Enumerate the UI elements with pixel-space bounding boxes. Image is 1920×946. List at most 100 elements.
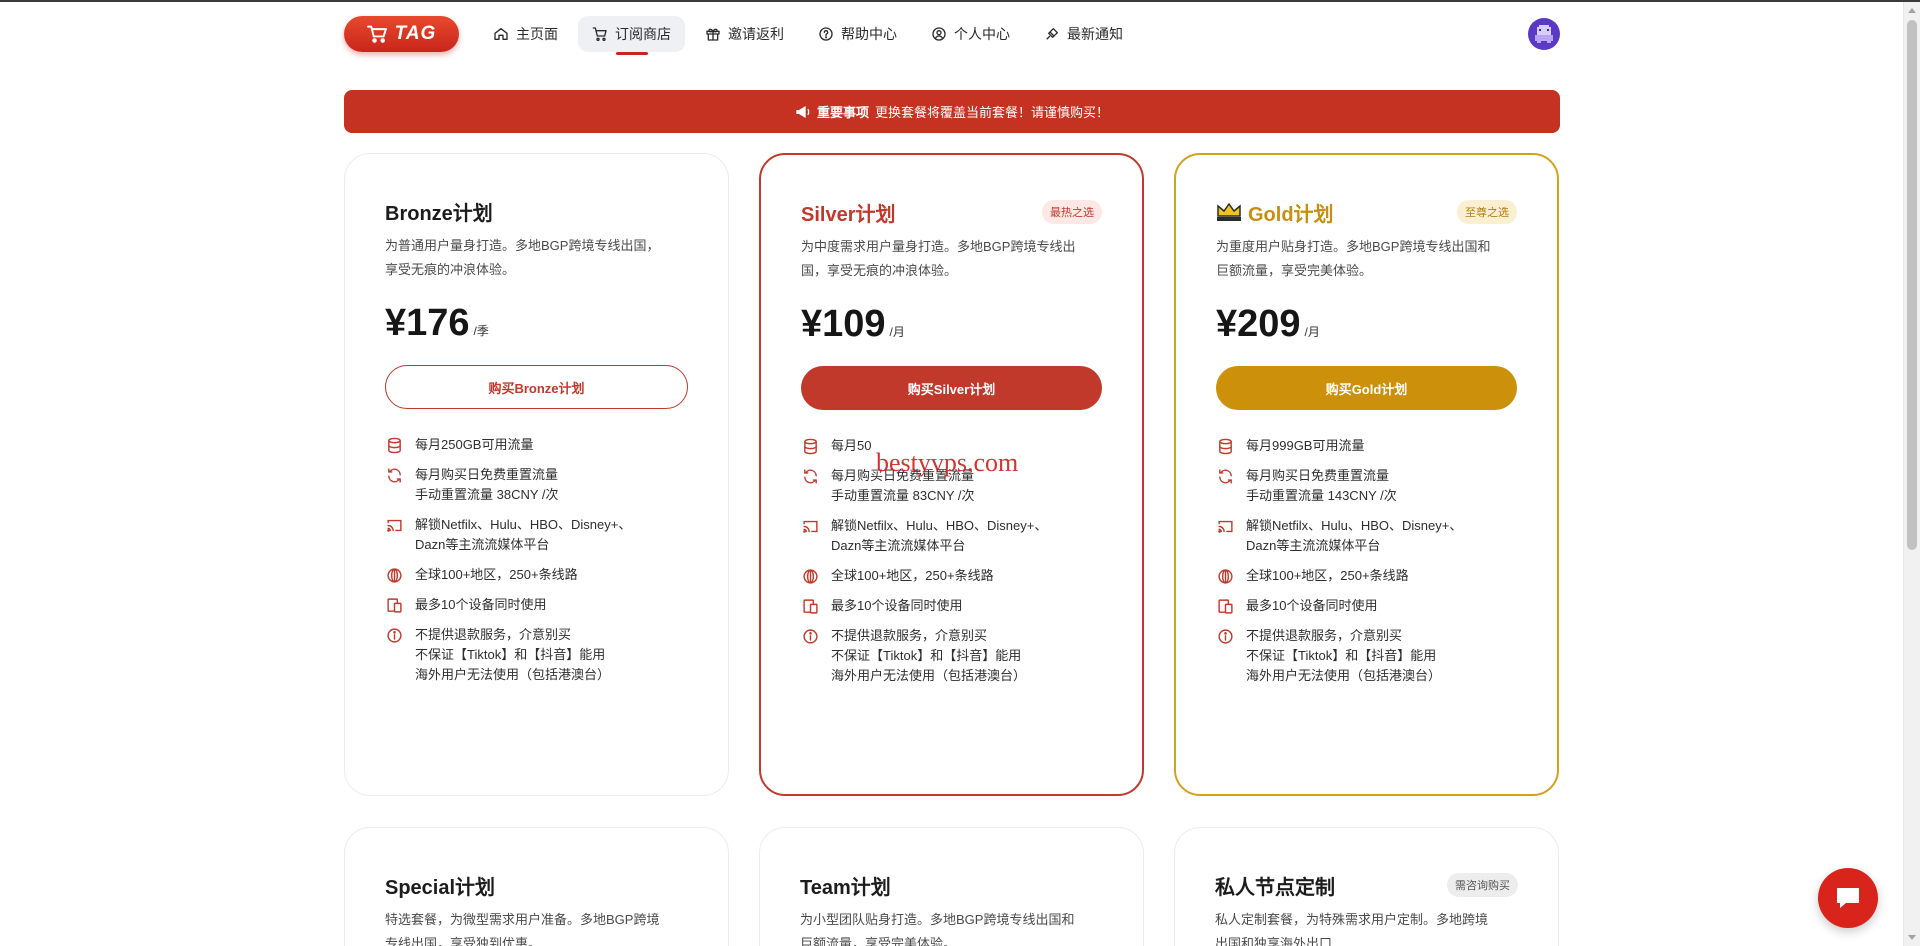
feature-item: 解锁Netfilx、Hulu、HBO、Disney+、 Dazn等主流流媒体平台 (801, 516, 1102, 556)
feature-item: 全球100+地区，250+条线路 (385, 565, 688, 585)
feature-line: 解锁Netfilx、Hulu、HBO、Disney+、 (831, 518, 1048, 533)
bell-icon (1046, 28, 1058, 40)
feature-line: 手动重置流量 143CNY /次 (1246, 488, 1397, 503)
price-unit: /月 (889, 325, 905, 339)
feature-text: 每月250GB可用流量 (415, 435, 533, 455)
plan-price: ¥176 /季 (385, 302, 688, 345)
feature-text: 全球100+地区，250+条线路 (1246, 566, 1409, 586)
refresh-icon (385, 465, 403, 485)
feature-line: 海外用户无法使用（包括港澳台） (1246, 668, 1442, 683)
buy-gold-button[interactable]: 购买Gold计划 (1216, 366, 1517, 410)
plan-desc-line: 为中度需求用户量身打造。多地BGP跨境专线出 (801, 239, 1076, 254)
feature-item: 每月250GB可用流量 (385, 435, 688, 455)
help-icon (819, 27, 833, 41)
plan-desc-line: 为普通用户量身打造。多地BGP跨境专线出国， (385, 238, 660, 253)
plan-desc-line: 巨额流量，享受完美体验。 (800, 936, 957, 946)
plan-badge: 至尊之选 (1457, 200, 1517, 224)
main-nav: 主页面 订阅商店 邀请返利 帮助中心 个人中心 最新通知 (479, 16, 1137, 52)
feature-line: 不提供退款服务，介意别买 (831, 628, 988, 643)
feature-item: 全球100+地区，250+条线路 (1216, 566, 1517, 586)
plan-desc-line: 私人定制套餐，为特殊需求用户定制。多地跨境 (1215, 912, 1489, 927)
plan-desc-line: 巨额流量，享受完美体验。 (1216, 263, 1373, 278)
refresh-icon (801, 466, 819, 486)
feature-text: 最多10个设备同时使用 (415, 595, 546, 615)
price-amount: ¥176 (385, 302, 470, 344)
feature-line: 海外用户无法使用（包括港澳台） (415, 667, 611, 682)
plan-card-special: Special计划 特选套餐，为微型需求用户准备。多地BGP跨境 专线出国，享受… (344, 827, 729, 946)
crown-icon (1217, 202, 1241, 221)
price-unit: /月 (1304, 325, 1320, 339)
feature-line: 不保证【Tiktok】和【抖音】能用 (831, 648, 1022, 663)
nav-notifications[interactable]: 最新通知 (1030, 16, 1137, 52)
plan-title: Gold计划 (1248, 203, 1334, 226)
notice-banner: 重要事项 更换套餐将覆盖当前套餐！请谨慎购买！ (344, 90, 1560, 133)
plan-description: 为中度需求用户量身打造。多地BGP跨境专线出 国，享受无痕的冲浪体验。 (801, 235, 1102, 283)
feature-line: 不提供退款服务，介意别买 (1246, 628, 1403, 643)
feature-item: 不提供退款服务，介意别买不保证【Tiktok】和【抖音】能用 海外用户无法使用（包… (801, 626, 1102, 686)
feature-line: 海外用户无法使用（包括港澳台） (831, 668, 1027, 683)
nav-home[interactable]: 主页面 (479, 16, 572, 52)
feature-line: Dazn等主流流媒体平台 (415, 537, 550, 552)
feature-item: 解锁Netfilx、Hulu、HBO、Disney+、 Dazn等主流流媒体平台 (1216, 516, 1517, 556)
buy-silver-button[interactable]: 购买Silver计划 (801, 366, 1102, 410)
plan-title: Special计划 (385, 876, 496, 899)
avatar-pixel-icon (1535, 25, 1553, 43)
feature-line: 最多10个设备同时使用 (415, 597, 547, 612)
feature-text: 解锁Netfilx、Hulu、HBO、Disney+、 Dazn等主流流媒体平台 (415, 515, 631, 555)
feature-item: 解锁Netfilx、Hulu、HBO、Disney+、 Dazn等主流流媒体平台 (385, 515, 688, 555)
feature-item: 最多10个设备同时使用 (1216, 596, 1517, 616)
feature-text: 不提供退款服务，介意别买不保证【Tiktok】和【抖音】能用 海外用户无法使用（包… (831, 626, 1026, 686)
plan-title: Team计划 (800, 876, 891, 899)
plan-desc-line: 为重度用户贴身打造。多地BGP跨境专线出国和 (1216, 239, 1491, 254)
nav-home-label: 主页面 (516, 26, 558, 42)
feature-text: 最多10个设备同时使用 (831, 596, 962, 616)
feature-line: 全球100+地区，250+条线路 (1246, 568, 1409, 583)
nav-profile[interactable]: 个人中心 (917, 16, 1024, 52)
feature-item: 最多10个设备同时使用 (801, 596, 1102, 616)
feature-text: 解锁Netfilx、Hulu、HBO、Disney+、 Dazn等主流流媒体平台 (1246, 516, 1462, 556)
info-icon (385, 625, 403, 645)
feature-item: 每月购买日免费重置流量 手动重置流量 38CNY /次 (385, 465, 688, 505)
notice-title: 重要事项 (816, 105, 869, 120)
plan-description: 私人定制套餐，为特殊需求用户定制。多地跨境 出国和独享海外出口 (1215, 908, 1518, 946)
feature-list: 每月999GB可用流量 每月购买日免费重置流量 手动重置流量 143CNY /次 解锁… (1216, 436, 1517, 686)
scroll-up-arrow-icon[interactable] (1908, 8, 1916, 13)
plan-desc-line: 专线出国，享受独到优惠。 (385, 936, 542, 946)
feature-line: 每月999GB可用流量 (1246, 438, 1365, 453)
buy-bronze-button[interactable]: 购买Bronze计划 (385, 365, 688, 409)
plan-cards-row2: Special计划 特选套餐，为微型需求用户准备。多地BGP跨境 专线出国，享受… (344, 827, 1560, 946)
nav-profile-label: 个人中心 (954, 26, 1010, 42)
cast-icon (801, 516, 819, 536)
plan-badge: 需咨询购买 (1447, 873, 1518, 897)
scroll-down-arrow-icon[interactable] (1908, 935, 1916, 940)
feature-line: 不提供退款服务，介意别买 (415, 627, 572, 642)
nav-help[interactable]: 帮助中心 (804, 16, 911, 52)
globe-icon (1216, 566, 1234, 586)
feature-item: 最多10个设备同时使用 (385, 595, 688, 615)
scrollbar-thumb[interactable] (1907, 20, 1917, 550)
nav-invite[interactable]: 邀请返利 (691, 16, 798, 52)
feature-list: 每月250GB可用流量每月购买日免费重置流量 手动重置流量 38CNY /次解锁N… (385, 435, 688, 685)
feature-line: 全球100+地区，250+条线路 (415, 567, 578, 582)
feature-line: 解锁Netfilx、Hulu、HBO、Disney+、 (415, 517, 632, 532)
plan-title: 私人节点定制 (1215, 876, 1335, 899)
feature-line: 解锁Netfilx、Hulu、HBO、Disney+、 (1246, 518, 1463, 533)
page-scrollbar[interactable] (1903, 2, 1920, 946)
brand-logo[interactable]: TAG (344, 16, 459, 52)
database-icon (1216, 436, 1234, 456)
feature-item: 不提供退款服务，介意别买 不保证【Tiktok】和【抖音】能用 海外用户无法使用（包… (1216, 626, 1517, 686)
plan-badge: 最热之选 (1042, 200, 1102, 224)
nav-invite-label: 邀请返利 (728, 26, 784, 42)
feature-item: 全球100+地区，250+条线路 (801, 566, 1102, 586)
plan-card-private: 私人节点定制 需咨询购买 私人定制套餐，为特殊需求用户定制。多地跨境 出国和独享… (1174, 827, 1559, 946)
plan-title: Bronze计划 (385, 202, 493, 225)
chat-button[interactable] (1818, 868, 1878, 928)
feature-text: 最多10个设备同时使用 (1246, 596, 1377, 616)
feature-text: 不提供退款服务，介意别买 不保证【Tiktok】和【抖音】能用 海外用户无法使用（包… (415, 625, 610, 685)
nav-store[interactable]: 订阅商店 (578, 16, 685, 52)
avatar[interactable] (1528, 18, 1560, 50)
plan-description: 特选套餐，为微型需求用户准备。多地BGP跨境 专线出国，享受独到优惠。 (385, 908, 688, 946)
megaphone-icon (796, 105, 810, 118)
plan-card-gold: Gold计划 至尊之选 为重度用户贴身打造。多地BGP跨境专线出国和 巨额流量，… (1174, 153, 1559, 796)
logo-text: TAG (394, 23, 437, 44)
